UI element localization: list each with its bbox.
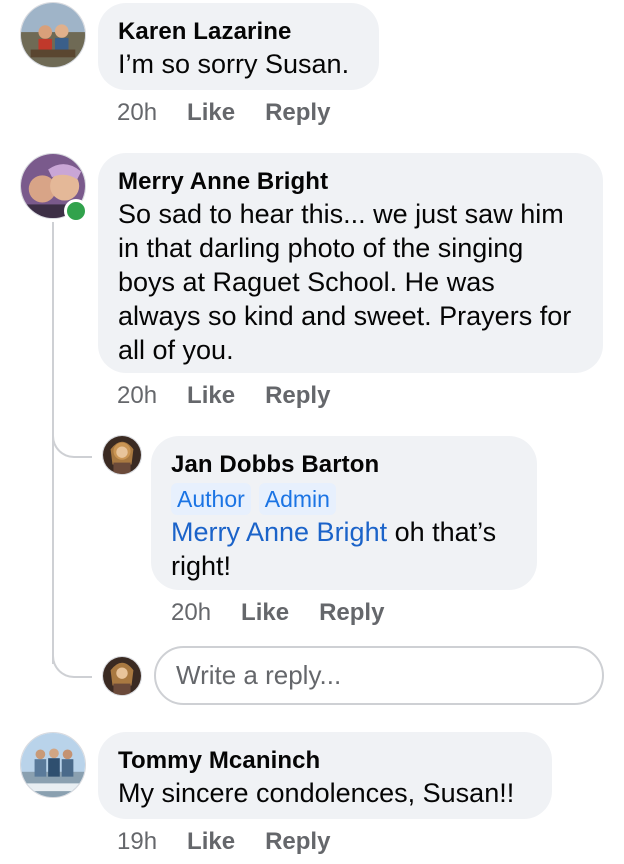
reply-input[interactable]: [154, 646, 604, 705]
timestamp[interactable]: 20h: [117, 98, 157, 128]
timestamp[interactable]: 19h: [117, 827, 157, 857]
comment-author[interactable]: Karen Lazarine: [118, 17, 359, 47]
avatar[interactable]: [20, 732, 86, 798]
comment-text: So sad to hear this... we just saw him i…: [118, 199, 572, 365]
timestamp[interactable]: 20h: [117, 381, 157, 411]
like-button[interactable]: Like: [187, 98, 235, 128]
comment-author[interactable]: Jan Dobbs Barton: [171, 450, 517, 480]
online-status-indicator: [64, 199, 88, 223]
comment-bubble: Jan Dobbs Barton Author Admin Merry Anne …: [151, 436, 537, 590]
avatar[interactable]: [102, 435, 142, 475]
like-button[interactable]: Like: [241, 598, 289, 628]
reply-button[interactable]: Reply: [265, 98, 330, 128]
comment-text: My sincere condolences, Susan!!: [118, 778, 515, 808]
comment-actions: 19h Like Reply: [117, 827, 360, 857]
comment-bubble: Karen Lazarine I’m so sorry Susan.: [98, 3, 379, 90]
thread-connector: [52, 420, 92, 458]
author-badge: Author: [171, 483, 251, 515]
admin-badge: Admin: [258, 483, 336, 515]
reply-button[interactable]: Reply: [265, 827, 330, 857]
reply-button[interactable]: Reply: [319, 598, 384, 628]
like-button[interactable]: Like: [187, 381, 235, 411]
timestamp[interactable]: 20h: [171, 598, 211, 628]
comment-bubble: Tommy Mcaninch My sincere condolences, S…: [98, 732, 552, 819]
comment-actions: 20h Like Reply: [117, 98, 360, 128]
avatar: [102, 656, 142, 696]
comment-author[interactable]: Tommy Mcaninch: [118, 746, 532, 776]
comment-actions: 20h Like Reply: [117, 381, 360, 411]
comment-actions: 20h Like Reply: [171, 598, 414, 628]
avatar[interactable]: [20, 2, 86, 68]
mention-link[interactable]: Merry Anne Bright: [171, 517, 387, 547]
comment-text: Merry Anne Bright oh that’s right!: [171, 515, 517, 583]
like-button[interactable]: Like: [187, 827, 235, 857]
comment-bubble: Merry Anne Bright So sad to hear this...…: [98, 153, 603, 373]
reply-button[interactable]: Reply: [265, 381, 330, 411]
comment-text: I’m so sorry Susan.: [118, 49, 350, 79]
comment-author[interactable]: Merry Anne Bright: [118, 167, 583, 197]
thread-connector: [52, 640, 92, 678]
